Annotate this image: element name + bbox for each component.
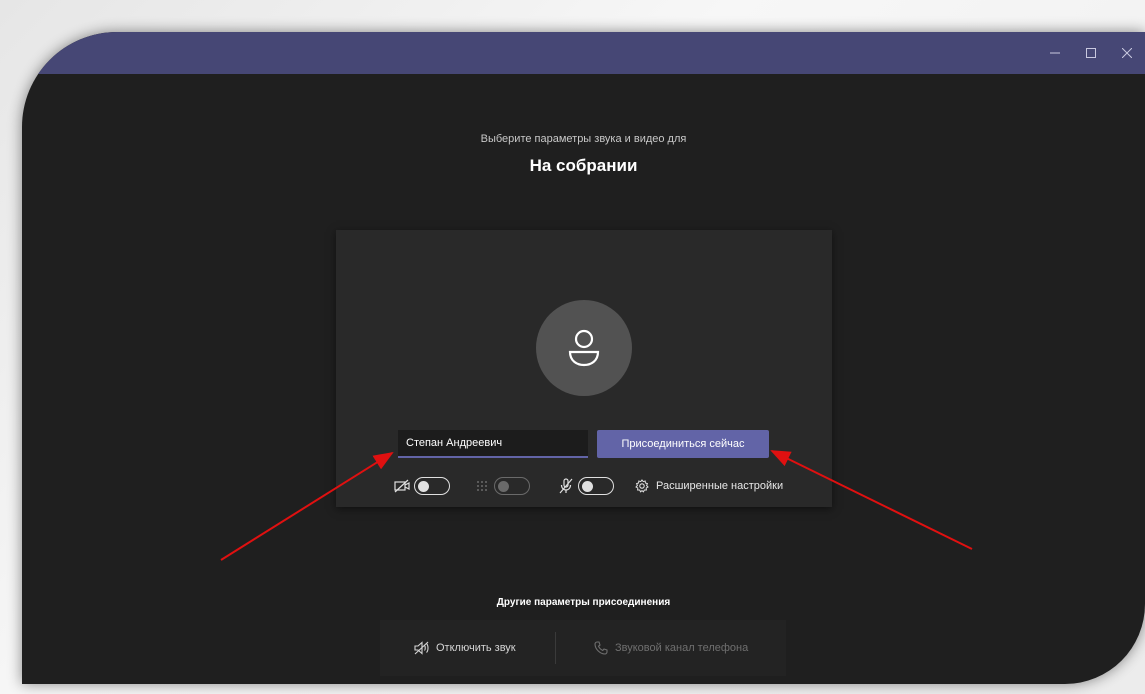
name-input[interactable] (398, 430, 588, 458)
join-now-button[interactable]: Присоединиться сейчас (597, 430, 769, 458)
phone-icon (593, 640, 609, 656)
minimize-icon (1050, 52, 1060, 54)
prejoin-card: Присоединиться сейчас (336, 230, 832, 507)
camera-off-icon (394, 478, 410, 494)
mute-audio-option[interactable]: Отключить звук (414, 620, 516, 676)
teams-window: Выберите параметры звука и видео для На … (22, 32, 1145, 684)
minimize-button[interactable] (1037, 32, 1073, 74)
phone-audio-option[interactable]: Звуковой канал телефона (593, 620, 748, 676)
person-icon (568, 329, 600, 367)
avatar (536, 300, 632, 396)
device-controls: Расширенные настройки (394, 475, 794, 497)
advanced-settings-label: Расширенные настройки (656, 480, 784, 492)
prejoin-prompt: Выберите параметры звука и видео для (480, 133, 687, 145)
camera-toggle[interactable] (414, 477, 450, 495)
mic-off-icon (558, 478, 574, 494)
other-options-label: Другие параметры присоединения (496, 597, 671, 608)
maximize-icon (1086, 48, 1096, 58)
speaker-off-icon (414, 640, 430, 656)
close-icon (1122, 48, 1132, 58)
advanced-settings-link[interactable]: Расширенные настройки (634, 475, 783, 497)
other-options-bar: Отключить звук Звуковой канал телефона (380, 620, 786, 676)
title-bar (22, 32, 1145, 74)
gear-icon (634, 478, 650, 494)
microphone-control (558, 475, 614, 497)
meeting-title: На собрании (529, 156, 638, 175)
camera-control (394, 475, 450, 497)
mute-audio-label: Отключить звук (436, 642, 516, 654)
maximize-button[interactable] (1073, 32, 1109, 74)
phone-audio-label: Звуковой канал телефона (615, 642, 749, 654)
close-button[interactable] (1109, 32, 1145, 74)
blur-toggle[interactable] (494, 477, 530, 495)
blur-control (474, 475, 530, 497)
microphone-toggle[interactable] (578, 477, 614, 495)
options-divider (555, 632, 556, 664)
window-controls (1037, 32, 1145, 74)
blur-icon (474, 478, 490, 494)
